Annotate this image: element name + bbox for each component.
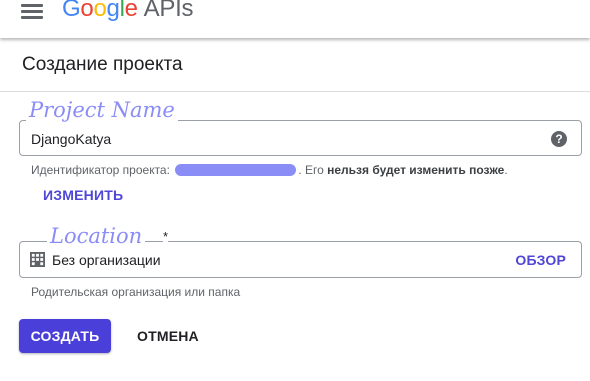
edit-project-id-button[interactable]: ИЗМЕНИТЬ: [43, 187, 123, 203]
project-name-field[interactable]: DjangoKatya ?: [19, 120, 582, 156]
project-id-warning: нельзя будет изменить позже: [327, 163, 505, 177]
browse-button[interactable]: ОБЗОР: [515, 252, 566, 268]
logo-letter: g: [106, 0, 120, 22]
logo-letter: e: [124, 0, 138, 22]
hamburger-menu-icon[interactable]: [21, 4, 43, 20]
location-label: Location: [47, 224, 146, 248]
project-id-hint: Идентификатор проекта: . Его нельзя буде…: [31, 163, 508, 177]
logo-letter: o: [93, 0, 107, 22]
location-value: Без организации: [52, 252, 161, 268]
create-button[interactable]: СОЗДАТЬ: [19, 319, 111, 353]
building-icon: [30, 252, 45, 267]
logo-suffix: APIs: [143, 0, 194, 22]
project-id-mid: . Его: [298, 163, 328, 177]
logo-letter: G: [62, 0, 81, 22]
project-id-prefix: Идентификатор проекта:: [31, 163, 170, 177]
redacted-project-id: [175, 164, 297, 176]
location-hint: Родительская организация или папка: [31, 285, 241, 299]
header-divider: [0, 91, 590, 92]
required-asterisk: *: [163, 229, 169, 244]
project-name-value: DjangoKatya: [31, 131, 112, 147]
project-name-label: Project Name: [26, 98, 178, 122]
app-bar: Google APIs: [0, 0, 590, 38]
page-title: Создание проекта: [22, 54, 183, 75]
google-apis-logo[interactable]: Google APIs: [62, 0, 193, 23]
help-circle-icon[interactable]: ?: [551, 131, 567, 147]
cancel-button[interactable]: ОТМЕНА: [137, 328, 199, 344]
project-id-suffix: .: [504, 163, 508, 177]
logo-letter: o: [80, 0, 94, 22]
